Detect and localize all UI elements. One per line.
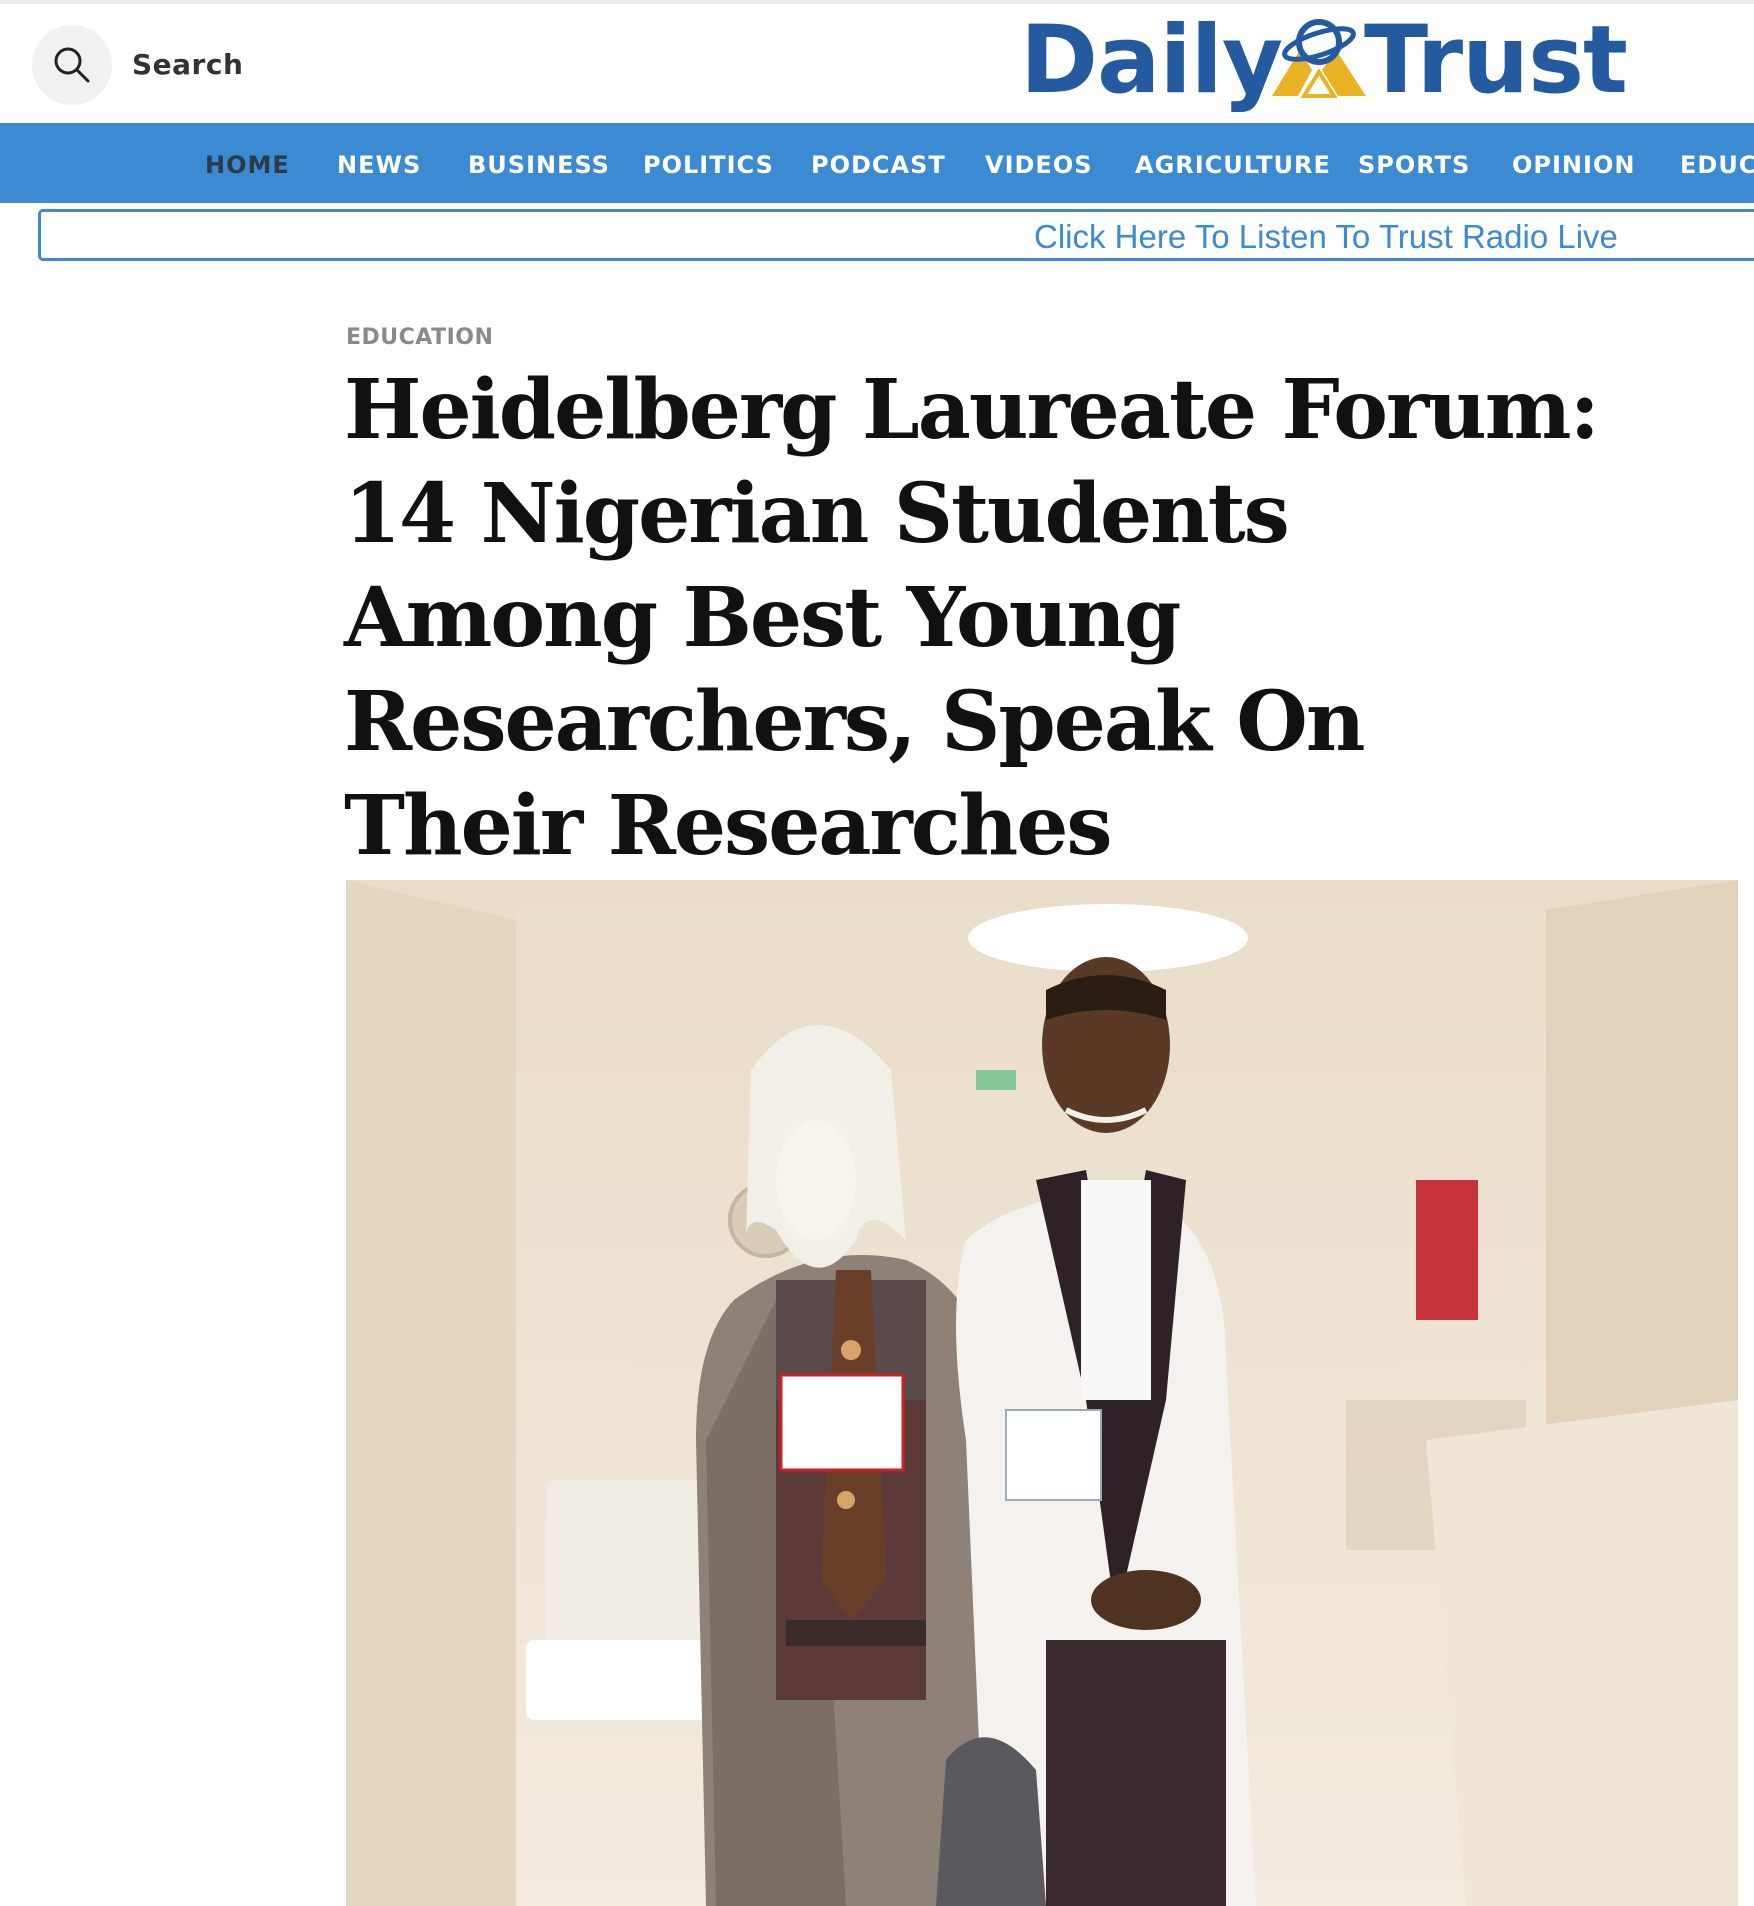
nav-opinion[interactable]: OPINION — [1512, 123, 1635, 203]
article-category[interactable]: EDUCATION — [346, 325, 493, 350]
nav-education[interactable]: EDUCA — [1680, 123, 1754, 203]
search-label[interactable]: Search — [132, 48, 243, 81]
nav-politics[interactable]: POLITICS — [643, 123, 774, 203]
nav-news[interactable]: NEWS — [337, 123, 421, 203]
search-button[interactable] — [32, 25, 112, 105]
top-border — [0, 0, 1754, 4]
nav-home[interactable]: HOME — [205, 123, 290, 203]
article-photo — [346, 880, 1738, 1906]
nav-business[interactable]: BUSINESS — [468, 123, 610, 203]
globe-triangle-logo-icon — [1272, 19, 1366, 98]
nav-podcast[interactable]: PODCAST — [811, 123, 946, 203]
trust-radio-link[interactable]: Click Here To Listen To Trust Radio Live — [1034, 215, 1618, 259]
nav-sports[interactable]: SPORTS — [1358, 123, 1470, 203]
site-logo[interactable]: Daily Trust — [1014, 6, 1628, 116]
nav-videos[interactable]: VIDEOS — [985, 123, 1093, 203]
article-headline: Heidelberg Laureate Forum: 14 Nigerian S… — [344, 362, 1600, 874]
main-nav: HOME NEWS BUSINESS POLITICS PODCAST VIDE… — [0, 123, 1754, 203]
logo-word-daily: Daily — [1020, 6, 1283, 115]
nav-agriculture[interactable]: AGRICULTURE — [1135, 123, 1331, 203]
search-icon — [54, 47, 90, 83]
logo-word-trust: Trust — [1364, 6, 1628, 115]
